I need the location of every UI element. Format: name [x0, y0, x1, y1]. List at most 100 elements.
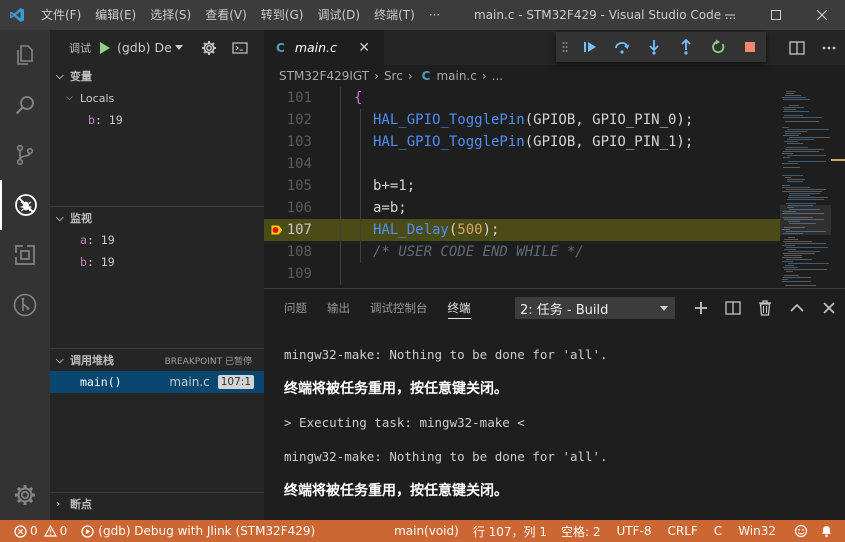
- breadcrumb-more[interactable]: ...: [492, 69, 503, 83]
- menu-bar: 文件(F) 编辑(E) 选择(S) 查看(V) 转到(G) 调试(D) 终端(T…: [34, 0, 447, 30]
- code-line[interactable]: 102 HAL_GPIO_TogglePin(GPIOB, GPIO_PIN_0)…: [264, 109, 784, 131]
- trash-icon[interactable]: [749, 300, 781, 316]
- menu-debug[interactable]: 调试(D): [310, 0, 367, 30]
- menu-edit[interactable]: 编辑(E): [88, 0, 143, 30]
- more-actions-icon[interactable]: [813, 46, 845, 50]
- watch-row[interactable]: a: 19: [50, 229, 264, 251]
- tab-debug-console[interactable]: 调试控制台: [360, 289, 438, 327]
- chevron-right-icon: ›: [481, 69, 487, 83]
- tab-problems[interactable]: 问题: [274, 289, 317, 327]
- code-line[interactable]: 103 HAL_GPIO_TogglePin(GPIOB, GPIO_PIN_1)…: [264, 131, 784, 153]
- language-status[interactable]: C: [714, 524, 722, 538]
- git-graph-icon[interactable]: [0, 280, 50, 330]
- stop-button[interactable]: [734, 32, 766, 62]
- close-tab-icon[interactable]: ✕: [358, 40, 370, 56]
- indent-guide: [340, 197, 341, 219]
- step-over-button[interactable]: [606, 32, 638, 62]
- variable-row[interactable]: b: 19: [50, 109, 264, 131]
- feedback-icon[interactable]: [794, 524, 808, 538]
- restart-button[interactable]: [702, 32, 734, 62]
- indent-guide: [340, 109, 341, 131]
- cursor-position[interactable]: 行 107，列 1: [473, 523, 547, 540]
- tab-output[interactable]: 输出: [317, 289, 360, 327]
- terminal-select[interactable]: 2: 任务 - Build: [515, 297, 675, 319]
- step-into-button[interactable]: [638, 32, 670, 62]
- editor-actions: [781, 30, 845, 65]
- watch-row[interactable]: b: 19: [50, 251, 264, 273]
- terminal-line: mingw32-make: Nothing to be done for 'al…: [284, 449, 608, 464]
- vscode-logo-icon[interactable]: [0, 0, 34, 30]
- breadcrumb-folder[interactable]: Src: [384, 69, 403, 83]
- problems-status[interactable]: 0 0: [14, 524, 67, 538]
- drag-handle-icon[interactable]: [556, 41, 574, 53]
- variables-section: ⌵ 变量 ⌵ Locals b: 19: [50, 65, 264, 131]
- chevron-down-icon: ⌵: [56, 70, 64, 82]
- settings-gear-icon[interactable]: [0, 470, 50, 520]
- source-control-icon[interactable]: [0, 130, 50, 180]
- step-out-button[interactable]: [670, 32, 702, 62]
- notifications-bell-icon[interactable]: [820, 524, 833, 538]
- code-text: a=b;: [373, 200, 407, 216]
- code-line[interactable]: 105 b+=1;: [264, 175, 784, 197]
- maximize-panel-icon[interactable]: [781, 303, 813, 313]
- play-circle-icon: [81, 524, 94, 538]
- callstack-header[interactable]: ⌵ 调用堆栈 BREAKPOINT 已暂停: [50, 349, 264, 371]
- platform-status[interactable]: Win32: [738, 524, 776, 538]
- terminal-line: 终端将被任务重用，按任意键关闭。: [284, 381, 508, 397]
- function-status[interactable]: main(void): [394, 524, 459, 538]
- maximize-button[interactable]: [753, 0, 799, 30]
- code-editor[interactable]: 101 {102 HAL_GPIO_TogglePin(GPIOB, GPIO_PI…: [264, 87, 784, 288]
- title-bar: 文件(F) 编辑(E) 选择(S) 查看(V) 转到(G) 调试(D) 终端(T…: [0, 0, 845, 30]
- code-line[interactable]: 104: [264, 153, 784, 175]
- encoding-status[interactable]: UTF-8: [617, 524, 652, 538]
- terminal-output[interactable]: mingw32-make: Nothing to be done for 'al…: [284, 345, 608, 515]
- split-terminal-icon[interactable]: [717, 301, 749, 315]
- tab-main-c[interactable]: C main.c ✕: [264, 30, 384, 65]
- debug-config-status[interactable]: (gdb) Debug with Jlink (STM32F429): [81, 524, 315, 538]
- start-debug-icon[interactable]: [99, 41, 111, 55]
- code-line[interactable]: 106 a=b;: [264, 197, 784, 219]
- extensions-icon[interactable]: [0, 230, 50, 280]
- indent-guide: [340, 263, 341, 285]
- stack-frame[interactable]: main() main.c 107:1: [50, 371, 264, 393]
- code-line[interactable]: 108 /* USER CODE END WHILE */: [264, 241, 784, 263]
- code-line[interactable]: 107 HAL_Delay(500);: [264, 219, 784, 241]
- menu-go[interactable]: 转到(G): [254, 0, 311, 30]
- tab-terminal[interactable]: 终端: [438, 289, 481, 327]
- frame-file: main.c: [169, 375, 210, 389]
- menu-file[interactable]: 文件(F): [34, 0, 88, 30]
- gear-icon[interactable]: [201, 40, 217, 56]
- debug-config-select[interactable]: (gdb) De: [99, 38, 183, 58]
- terminal-select-value: 2: 任务 - Build: [520, 302, 609, 318]
- indentation-status[interactable]: 空格: 2: [561, 523, 601, 540]
- code-line[interactable]: 109: [264, 263, 784, 285]
- continue-button[interactable]: [574, 32, 606, 62]
- debug-icon[interactable]: [0, 180, 50, 230]
- indent-guide: [360, 153, 361, 175]
- close-panel-icon[interactable]: [813, 302, 845, 314]
- watch-header[interactable]: ⌵ 监视: [50, 207, 264, 229]
- menu-more[interactable]: ···: [422, 0, 447, 30]
- minimize-button[interactable]: [707, 0, 753, 30]
- explorer-icon[interactable]: [0, 30, 50, 80]
- eol-status[interactable]: CRLF: [667, 524, 697, 538]
- menu-selection[interactable]: 选择(S): [143, 0, 198, 30]
- window-controls: [707, 0, 845, 30]
- menu-terminal[interactable]: 终端(T): [367, 0, 422, 30]
- line-number: 106: [286, 200, 312, 216]
- variables-header[interactable]: ⌵ 变量: [50, 65, 264, 87]
- new-terminal-icon[interactable]: [685, 302, 717, 314]
- search-icon[interactable]: [0, 80, 50, 130]
- watch-value: 19: [100, 233, 115, 247]
- close-window-button[interactable]: [799, 0, 845, 30]
- minimap[interactable]: [780, 87, 845, 288]
- code-line[interactable]: 101 {: [264, 87, 784, 109]
- split-editor-icon[interactable]: [781, 40, 813, 55]
- breadcrumb-project[interactable]: STM32F429IGT: [279, 69, 369, 83]
- menu-view[interactable]: 查看(V): [198, 0, 254, 30]
- locals-group[interactable]: ⌵ Locals: [50, 87, 264, 109]
- breadcrumb-file[interactable]: main.c: [436, 69, 476, 83]
- breakpoints-header[interactable]: › 断点: [50, 493, 264, 515]
- debug-console-icon[interactable]: [232, 41, 248, 55]
- indent-guide: [360, 175, 361, 197]
